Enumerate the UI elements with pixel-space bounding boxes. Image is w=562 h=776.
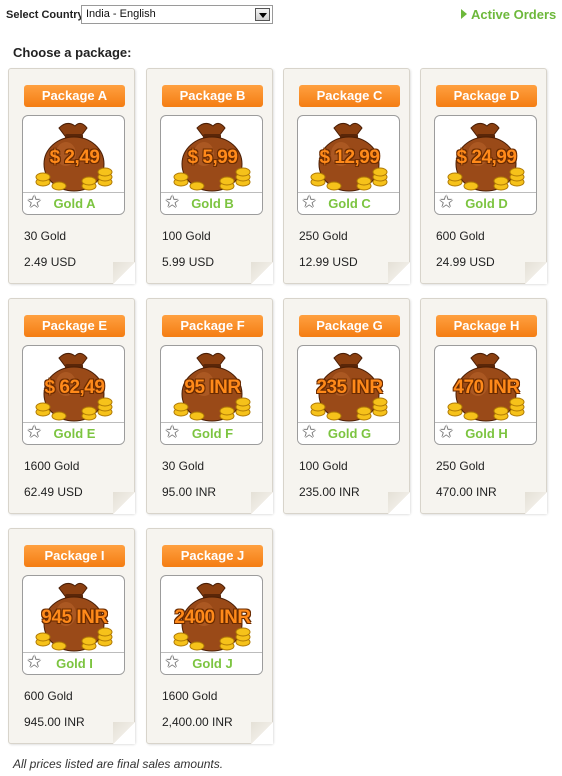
package-card-j: Package J 2400 INR ★ Gold J 1600 Gold 2,… — [146, 528, 273, 744]
gold-name: Gold G — [327, 426, 372, 441]
gold-name: Gold B — [191, 196, 234, 211]
gold-name: Gold J — [192, 656, 233, 671]
price-overlay: $ 24,99 — [456, 147, 517, 168]
gold-name: Gold H — [465, 426, 508, 441]
gold-name: Gold I — [56, 656, 93, 671]
package-card-b: Package B $ 5,99 ★ Gold B 100 Gold 5.99 … — [146, 68, 273, 284]
package-price: 2.49 USD — [24, 255, 77, 269]
price-overlay: 235 INR — [316, 377, 383, 398]
package-price: 12.99 USD — [299, 255, 358, 269]
package-card-d: Package D $ 24,99 ★ Gold D 600 Gold 24.9… — [420, 68, 547, 284]
package-card-e: Package E $ 62,49 ★ Gold E 1600 Gold 62.… — [8, 298, 135, 514]
package-card-i: Package I 945 INR ★ Gold I 600 Gold 945.… — [8, 528, 135, 744]
package-button[interactable]: Package D — [436, 85, 537, 107]
gold-amount: 600 Gold — [24, 689, 73, 703]
package-card-h: Package H 470 INR ★ Gold H 250 Gold 470.… — [420, 298, 547, 514]
price-overlay: 945 INR — [41, 607, 108, 628]
gold-amount: 1600 Gold — [162, 689, 218, 703]
price-overlay: 95 INR — [184, 377, 241, 398]
gold-name-strip: ★ Gold C — [298, 192, 399, 214]
gold-name: Gold F — [191, 426, 234, 441]
gold-name: Gold E — [53, 426, 96, 441]
gold-name-strip: ★ Gold B — [161, 192, 262, 214]
gold-name-strip: ★ Gold I — [23, 652, 124, 674]
gold-amount: 600 Gold — [436, 229, 485, 243]
country-select[interactable]: India - English — [81, 5, 273, 24]
package-price: 945.00 INR — [24, 715, 85, 729]
gold-amount: 100 Gold — [162, 229, 211, 243]
package-thumbnail[interactable]: 235 INR ★ Gold G — [297, 345, 400, 445]
gold-name: Gold A — [53, 196, 96, 211]
triangle-right-icon — [461, 9, 467, 19]
package-price: 5.99 USD — [162, 255, 215, 269]
price-overlay: 2400 INR — [174, 607, 251, 628]
gold-name-strip: ★ Gold E — [23, 422, 124, 444]
top-bar: Select Country India - English Active Or… — [0, 0, 562, 30]
gold-name-strip: ★ Gold H — [435, 422, 536, 444]
package-card-c: Package C $ 12,99 ★ Gold C 250 Gold 12.9… — [283, 68, 410, 284]
package-card-f: Package F 95 INR ★ Gold F 30 Gold 95.00 … — [146, 298, 273, 514]
gold-name: Gold C — [328, 196, 371, 211]
gold-amount: 30 Gold — [24, 229, 67, 243]
package-thumbnail[interactable]: $ 24,99 ★ Gold D — [434, 115, 537, 215]
package-price: 95.00 INR — [162, 485, 217, 499]
package-price: 24.99 USD — [436, 255, 495, 269]
active-orders-label: Active Orders — [471, 7, 557, 22]
package-thumbnail[interactable]: 945 INR ★ Gold I — [22, 575, 125, 675]
gold-name-strip: ★ Gold F — [161, 422, 262, 444]
package-card-g: Package G 235 INR ★ Gold G 100 Gold 235.… — [283, 298, 410, 514]
package-button[interactable]: Package I — [24, 545, 125, 567]
package-thumbnail[interactable]: 95 INR ★ Gold F — [160, 345, 263, 445]
package-thumbnail[interactable]: $ 2,49 ★ Gold A — [22, 115, 125, 215]
gold-name-strip: ★ Gold A — [23, 192, 124, 214]
price-overlay: $ 12,99 — [319, 147, 380, 168]
choose-package-heading: Choose a package: — [13, 45, 132, 60]
package-button[interactable]: Package C — [299, 85, 400, 107]
gold-amount: 100 Gold — [299, 459, 348, 473]
package-button[interactable]: Package F — [162, 315, 263, 337]
gold-amount: 1600 Gold — [24, 459, 80, 473]
package-button[interactable]: Package A — [24, 85, 125, 107]
package-thumbnail[interactable]: 470 INR ★ Gold H — [434, 345, 537, 445]
package-price: 470.00 INR — [436, 485, 497, 499]
package-thumbnail[interactable]: $ 5,99 ★ Gold B — [160, 115, 263, 215]
country-select-value: India - English — [86, 8, 156, 20]
package-card-a: Package A $ 2,49 ★ Gold A 30 Gold 2.49 U… — [8, 68, 135, 284]
active-orders-link[interactable]: Active Orders — [461, 7, 556, 22]
package-button[interactable]: Package J — [162, 545, 263, 567]
gold-amount: 250 Gold — [299, 229, 348, 243]
gold-name-strip: ★ Gold D — [435, 192, 536, 214]
price-overlay: $ 2,49 — [49, 147, 100, 168]
gold-amount: 30 Gold — [162, 459, 205, 473]
gold-name-strip: ★ Gold G — [298, 422, 399, 444]
package-button[interactable]: Package H — [436, 315, 537, 337]
package-button[interactable]: Package G — [299, 315, 400, 337]
price-overlay: 470 INR — [453, 377, 520, 398]
package-thumbnail[interactable]: $ 12,99 ★ Gold C — [297, 115, 400, 215]
price-overlay: $ 62,49 — [44, 377, 105, 398]
chevron-down-icon[interactable] — [255, 8, 270, 21]
price-overlay: $ 5,99 — [187, 147, 238, 168]
package-price: 2,400.00 INR — [162, 715, 233, 729]
package-price: 62.49 USD — [24, 485, 83, 499]
gold-name-strip: ★ Gold J — [161, 652, 262, 674]
package-button[interactable]: Package E — [24, 315, 125, 337]
package-price: 235.00 INR — [299, 485, 360, 499]
package-thumbnail[interactable]: 2400 INR ★ Gold J — [160, 575, 263, 675]
footer-note: All prices listed are final sales amount… — [13, 757, 224, 771]
select-country-label: Select Country — [6, 9, 84, 21]
package-thumbnail[interactable]: $ 62,49 ★ Gold E — [22, 345, 125, 445]
gold-amount: 250 Gold — [436, 459, 485, 473]
package-button[interactable]: Package B — [162, 85, 263, 107]
gold-name: Gold D — [465, 196, 508, 211]
